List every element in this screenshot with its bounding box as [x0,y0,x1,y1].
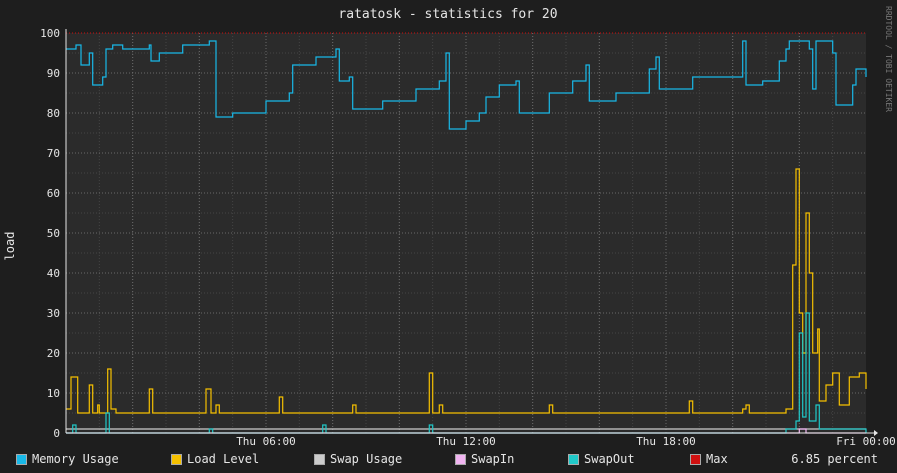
y-tick-label: 10 [47,387,60,400]
legend-label: Load Level [187,452,260,466]
legend-label: Max [706,452,728,466]
legend-swatch [314,453,325,465]
y-tick-label: 0 [53,427,60,440]
x-tick-label: Fri 00:00 [836,435,896,448]
y-tick-label: 80 [47,107,60,120]
legend-swatch [171,453,182,465]
chart-title: ratatosk - statistics for 20 [338,7,557,22]
legend-item: Load Level [171,452,259,466]
rrdtool-watermark: RRDTOOL / TOBI OETIKER [884,6,893,112]
legend-swatch [568,453,579,465]
legend-swatch [455,453,466,465]
legend-label: Memory Usage [32,452,119,466]
legend-item: SwapOut [568,452,635,466]
y-tick-label: 60 [47,187,60,200]
legend-label: Swap Usage [330,452,403,466]
x-tick-label: Thu 06:00 [236,435,296,448]
legend-item: Memory Usage [16,452,119,466]
legend-label: SwapIn [471,452,515,466]
legend: Memory Usage Load Level Swap Usage SwapIn Sw… [16,452,886,468]
legend-item: SwapIn [455,452,514,466]
y-tick-label: 20 [47,347,60,360]
y-axis-label: load [3,232,17,261]
y-tick-label: 90 [47,67,60,80]
legend-item: Max [690,452,728,466]
y-tick-label: 50 [47,227,60,240]
x-tick-label: Thu 12:00 [436,435,496,448]
y-tick-label: 70 [47,147,60,160]
legend-item: Swap Usage [314,452,402,466]
y-tick-label: 100 [40,27,60,40]
chart-frame: ratatosk - statistics for 20 RRDTOOL / T… [0,0,897,473]
legend-swatch [690,453,701,465]
x-tick-label: Thu 18:00 [636,435,696,448]
legend-swatch [16,453,27,465]
chart-canvas: ratatosk - statistics for 20 RRDTOOL / T… [3,6,896,448]
y-tick-label: 40 [47,267,60,280]
legend-label: SwapOut [584,452,635,466]
y-tick-label: 30 [47,307,60,320]
